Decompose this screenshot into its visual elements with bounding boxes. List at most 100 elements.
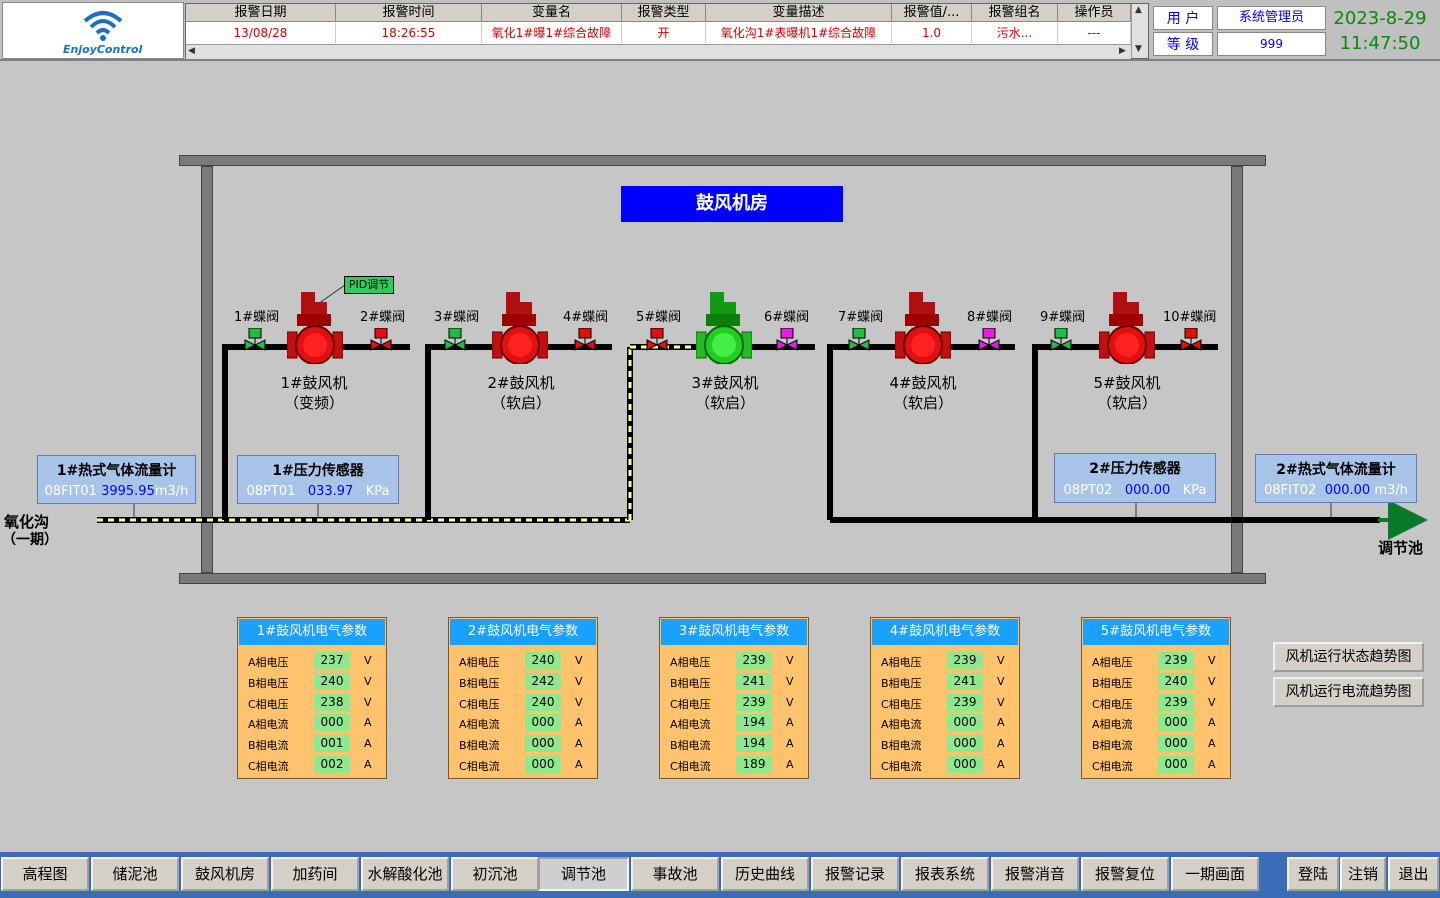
nav-hydrolysis-tank[interactable]: 水解酸化池 xyxy=(361,857,449,891)
pressure-sensor-1-tag: 08PT01 xyxy=(246,484,296,499)
param-row: A相电压 239 V xyxy=(881,652,1005,669)
param-row: B相电流 000 A xyxy=(459,735,583,752)
nav-dosing-room[interactable]: 加药间 xyxy=(271,857,359,891)
param-row: B相电流 001 A xyxy=(248,735,372,752)
param-row: C相电流 000 A xyxy=(1092,756,1216,773)
flow-meter-2-unit: m3/h xyxy=(1374,483,1408,498)
blower-2-icon[interactable] xyxy=(492,292,548,364)
flow-meter-1-value: 3995.95 xyxy=(101,484,155,499)
blower-1-electrical-panel: 1#鼓风机电气参数 A相电压 237 V B相电压 240 V C相电压 238 V A相电… xyxy=(237,617,387,779)
flow-meter-1-title: 1#热式气体流量计 xyxy=(56,463,177,479)
valve-label-7: 7#蝶阀 xyxy=(838,310,884,325)
pressure-sensor-2-title: 2#压力传感器 xyxy=(1089,461,1181,477)
butterfly-valve-10-icon[interactable] xyxy=(1179,328,1203,354)
login-button[interactable]: 登陆 xyxy=(1287,857,1339,891)
blower-4-electrical-panel: 4#鼓风机电气参数 A相电压 239 V B相电压 241 V C相电压 239 V A相电… xyxy=(870,617,1020,779)
pressure-sensor-1-value: 033.97 xyxy=(307,484,354,499)
butterfly-valve-4-icon[interactable] xyxy=(573,328,597,354)
flow-meter-2[interactable]: 2#热式气体流量计 08FIT02 000.00 m3/h xyxy=(1255,454,1417,503)
param-row: A相电流 000 A xyxy=(1092,714,1216,731)
panel-title: 4#鼓风机电气参数 xyxy=(872,619,1018,645)
butterfly-valve-5-icon[interactable] xyxy=(645,328,669,354)
butterfly-valve-8-icon[interactable] xyxy=(977,328,1001,354)
panel-title: 3#鼓风机电气参数 xyxy=(661,619,807,645)
nav-regulating-tank[interactable]: 调节池 xyxy=(538,857,629,891)
nav-elevation[interactable]: 高程图 xyxy=(1,857,89,891)
param-row: B相电流 000 A xyxy=(1092,735,1216,752)
param-row: C相电压 239 V xyxy=(881,694,1005,711)
param-row: A相电压 239 V xyxy=(1092,652,1216,669)
param-row: C相电压 239 V xyxy=(670,694,794,711)
param-row: C相电流 000 A xyxy=(459,756,583,773)
blower-4-label: 4#鼓风机 （软启） xyxy=(889,374,957,412)
panel-title: 2#鼓风机电气参数 xyxy=(450,619,596,645)
pressure-sensor-1-unit: KPa xyxy=(365,484,390,499)
valve-label-10: 10#蝶阀 xyxy=(1163,310,1217,325)
flow-meter-2-title: 2#热式气体流量计 xyxy=(1276,462,1396,478)
butterfly-valve-7-icon[interactable] xyxy=(847,328,871,354)
blower-5-icon[interactable] xyxy=(1099,292,1155,364)
flow-meter-1[interactable]: 1#热式气体流量计 08FIT01 3995.95m3/h xyxy=(37,455,196,504)
flow-meter-2-tag: 08FIT02 xyxy=(1264,483,1317,498)
blower-5-label: 5#鼓风机 （软启） xyxy=(1093,374,1161,412)
param-row: B相电压 240 V xyxy=(248,673,372,690)
blower-3-label: 3#鼓风机 （软启） xyxy=(691,374,759,412)
butterfly-valve-9-icon[interactable] xyxy=(1049,328,1073,354)
valve-label-4: 4#蝶阀 xyxy=(563,310,609,325)
butterfly-valve-2-icon[interactable] xyxy=(369,328,393,354)
valve-label-1: 1#蝶阀 xyxy=(234,310,280,325)
blower-3-icon[interactable] xyxy=(696,292,752,364)
flow-meter-1-tag: 08FIT01 xyxy=(44,484,97,499)
nav-alarm-reset[interactable]: 报警复位 xyxy=(1081,857,1169,891)
butterfly-valve-6-icon[interactable] xyxy=(775,328,799,354)
valve-label-2: 2#蝶阀 xyxy=(360,310,406,325)
nav-history-curve[interactable]: 历史曲线 xyxy=(721,857,809,891)
butterfly-valve-1-icon[interactable] xyxy=(243,328,267,354)
pressure-sensor-2-unit: KPa xyxy=(1182,483,1207,498)
blower-1-icon[interactable] xyxy=(287,292,343,364)
panel-title: 1#鼓风机电气参数 xyxy=(239,619,385,645)
valve-label-5: 5#蝶阀 xyxy=(636,310,682,325)
param-row: A相电流 000 A xyxy=(459,714,583,731)
pressure-sensor-2-tag: 08PT02 xyxy=(1063,483,1113,498)
fan-current-trend-button[interactable]: 风机运行电流趋势图 xyxy=(1273,677,1424,707)
logout-button[interactable]: 注销 xyxy=(1340,857,1386,891)
outlet-label: 调节池 xyxy=(1378,539,1424,557)
nav-alarm-silence[interactable]: 报警消音 xyxy=(991,857,1079,891)
pressure-sensor-2[interactable]: 2#压力传感器 08PT02 000.00 KPa xyxy=(1054,453,1216,503)
pid-control-button[interactable]: PID调节 xyxy=(344,276,394,294)
param-row: A相电流 000 A xyxy=(881,714,1005,731)
panel-title: 5#鼓风机电气参数 xyxy=(1083,619,1229,645)
param-row: C相电流 002 A xyxy=(248,756,372,773)
flow-meter-2-value: 000.00 xyxy=(1324,483,1371,498)
nav-blower-room[interactable]: 鼓风机房 xyxy=(181,857,269,891)
inlet-sublabel: （一期） xyxy=(2,532,58,548)
param-row: C相电流 189 A xyxy=(670,756,794,773)
nav-phase-one[interactable]: 一期画面 xyxy=(1171,857,1259,891)
fan-status-trend-button[interactable]: 风机运行状态趋势图 xyxy=(1273,642,1424,672)
param-row: C相电压 239 V xyxy=(1092,694,1216,711)
exit-button[interactable]: 退出 xyxy=(1388,857,1439,891)
nav-alarm-records[interactable]: 报警记录 xyxy=(811,857,899,891)
nav-sludge-tank[interactable]: 储泥池 xyxy=(91,857,179,891)
param-row: B相电流 194 A xyxy=(670,735,794,752)
nav-accident-tank[interactable]: 事故池 xyxy=(631,857,719,891)
param-row: C相电压 240 V xyxy=(459,694,583,711)
pressure-sensor-1-title: 1#压力传感器 xyxy=(272,463,364,479)
param-row: B相电压 240 V xyxy=(1092,673,1216,690)
param-row: B相电压 241 V xyxy=(881,673,1005,690)
blower-5-electrical-panel: 5#鼓风机电气参数 A相电压 239 V B相电压 240 V C相电压 239 V A相电… xyxy=(1081,617,1231,779)
param-row: B相电压 241 V xyxy=(670,673,794,690)
param-row: B相电压 242 V xyxy=(459,673,583,690)
nav-primary-clarifier[interactable]: 初沉池 xyxy=(451,857,539,891)
nav-report-system[interactable]: 报表系统 xyxy=(901,857,989,891)
valve-label-9: 9#蝶阀 xyxy=(1040,310,1086,325)
param-row: A相电流 194 A xyxy=(670,714,794,731)
blower-4-icon[interactable] xyxy=(895,292,951,364)
valve-label-6: 6#蝶阀 xyxy=(764,310,810,325)
valve-label-8: 8#蝶阀 xyxy=(967,310,1013,325)
pressure-sensor-1[interactable]: 1#压力传感器 08PT01 033.97 KPa xyxy=(237,455,399,504)
butterfly-valve-3-icon[interactable] xyxy=(443,328,467,354)
bottom-nav-bar: 高程图 储泥池 鼓风机房 加药间 水解酸化池 初沉池 调节池 事故池 历史曲线 … xyxy=(0,852,1440,898)
param-row: A相电流 000 A xyxy=(248,714,372,731)
